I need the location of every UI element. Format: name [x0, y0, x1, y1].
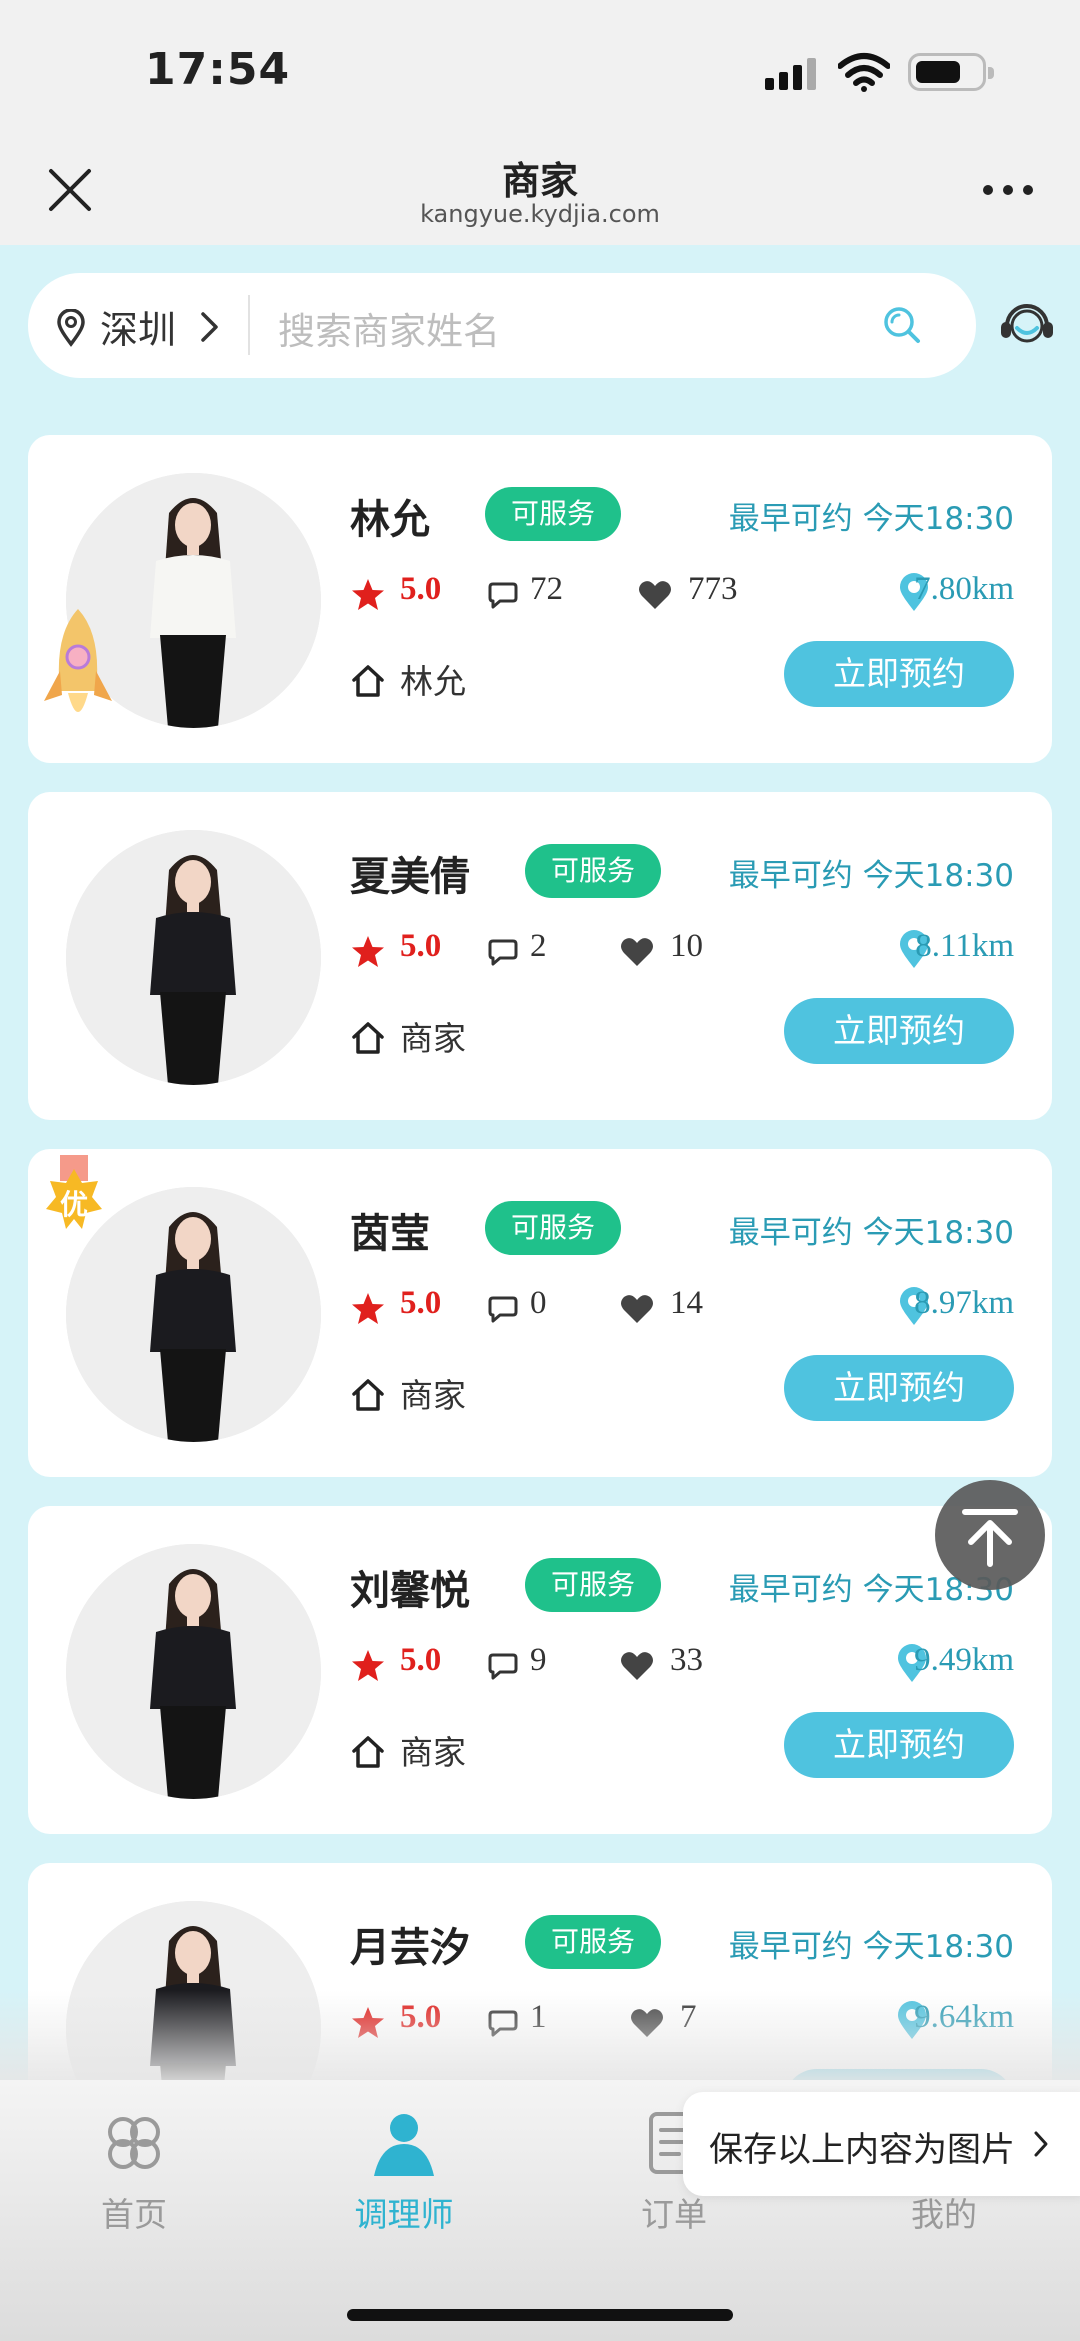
- therapist-outfit: [150, 912, 236, 995]
- like-count: 33: [670, 1642, 703, 1678]
- heart-icon: [639, 581, 671, 609]
- therapist-name[interactable]: 茵莹: [350, 1201, 430, 1259]
- search-icon[interactable]: [880, 303, 924, 347]
- shop-name: 商家: [400, 1376, 466, 1415]
- home-icon: [352, 1022, 384, 1054]
- status-badge: 可服务: [485, 1201, 622, 1255]
- earliest-available: 最早可约 今天18:30: [728, 501, 1014, 537]
- person-icon: [374, 2114, 434, 2176]
- comment-icon: [488, 582, 518, 609]
- distance: 9.49km: [914, 1642, 1014, 1678]
- therapist-name[interactable]: 月芸汐: [350, 1915, 470, 1973]
- earliest-available: 最早可约 今天18:30: [728, 858, 1014, 894]
- therapist-photo[interactable]: [66, 1544, 321, 1799]
- comment-count: 0: [530, 1285, 547, 1321]
- book-now-button[interactable]: 立即预约: [784, 1355, 1014, 1421]
- tab-home-label: 首页: [101, 2195, 167, 2234]
- rating-value: 5.0: [400, 571, 442, 607]
- shop-name: 商家: [400, 1019, 466, 1058]
- save-as-image-button[interactable]: 保存以上内容为图片: [683, 2092, 1080, 2196]
- distance: 8.11km: [915, 928, 1014, 964]
- star-icon: [352, 1650, 384, 1681]
- home-icon: [352, 665, 384, 697]
- search-bar: 深圳 搜索商家姓名: [28, 273, 976, 378]
- comment-count: 2: [530, 928, 547, 964]
- list-fade-overlay: [0, 1990, 1080, 2080]
- rating-value: 5.0: [400, 1642, 442, 1678]
- home-icon: [352, 1379, 384, 1411]
- home-indicator: [347, 2309, 733, 2321]
- customer-service-icon[interactable]: [997, 296, 1057, 352]
- page-url: kangyue.kydjia.com: [420, 200, 660, 228]
- home-icon: [352, 1736, 384, 1768]
- heart-icon: [621, 1295, 653, 1323]
- premium-badge-label: 优: [60, 1188, 89, 1221]
- like-count: 14: [670, 1285, 703, 1321]
- rating-value: 5.0: [400, 1285, 442, 1321]
- therapist-figure: [66, 830, 321, 1085]
- location-pin-icon: [57, 309, 85, 347]
- status-badge: 可服务: [525, 1915, 662, 1969]
- therapist-name[interactable]: 林允: [350, 487, 430, 545]
- book-now-button[interactable]: 立即预约: [784, 998, 1014, 1064]
- rocket-icon: [44, 609, 112, 712]
- search-input[interactable]: 搜索商家姓名: [278, 301, 500, 355]
- therapist-outfit: [150, 555, 236, 638]
- book-now-button[interactable]: 立即预约: [784, 1712, 1014, 1778]
- therapist-outfit: [150, 1626, 236, 1709]
- earliest-available: 最早可约 今天18:30: [728, 1215, 1014, 1251]
- distance: 8.97km: [914, 1285, 1014, 1321]
- therapist-outfit: [150, 1269, 236, 1352]
- merchant-card[interactable]: 刘馨悦 可服务 最早可约 今天18:30 5.0 9 33 9.49km 商家 …: [28, 1506, 1052, 1834]
- tab-home[interactable]: 首页: [44, 2108, 224, 2236]
- chevron-right-icon[interactable]: [200, 311, 220, 343]
- therapist-name[interactable]: 夏美倩: [350, 844, 470, 902]
- distance: 7.80km: [914, 571, 1014, 607]
- tab-therapist-label: 调理师: [354, 2195, 454, 2234]
- divider: [248, 295, 250, 355]
- therapist-name[interactable]: 刘馨悦: [350, 1558, 470, 1616]
- more-icon[interactable]: [983, 185, 1033, 197]
- status-badge: 可服务: [525, 844, 662, 898]
- tab-therapist[interactable]: 调理师: [314, 2108, 494, 2236]
- merchant-card[interactable]: 林允 可服务 最早可约 今天18:30 5.0 72 773 7.80km 林允…: [28, 435, 1052, 763]
- star-icon: [352, 936, 384, 967]
- wifi-icon: [838, 53, 890, 92]
- heart-icon: [621, 1652, 653, 1680]
- like-count: 10: [670, 928, 703, 964]
- top-bar: 17:54 商家 kangyue.kydjia.com: [0, 0, 1080, 245]
- star-icon: [352, 1293, 384, 1324]
- battery-icon: [908, 53, 994, 91]
- comment-count: 72: [530, 571, 563, 607]
- merchant-card[interactable]: 夏美倩 可服务 最早可约 今天18:30 5.0 2 10 8.11km 商家 …: [28, 792, 1052, 1120]
- earliest-available: 最早可约 今天18:30: [728, 1929, 1014, 1965]
- status-time: 17:54: [145, 44, 291, 95]
- merchant-card[interactable]: 茵莹 可服务 最早可约 今天18:30 5.0 0 14 8.97km 商家 立…: [28, 1149, 1052, 1477]
- book-now-button[interactable]: 立即预约: [784, 641, 1014, 707]
- heart-icon: [621, 938, 653, 966]
- comment-icon: [488, 939, 518, 966]
- rating-value: 5.0: [400, 928, 442, 964]
- arrow-up-icon: [962, 1509, 1018, 1567]
- clover-icon: [108, 2117, 160, 2169]
- shop-name: 商家: [400, 1733, 466, 1772]
- city-selector[interactable]: 深圳: [100, 299, 176, 354]
- therapist-photo[interactable]: [66, 830, 321, 1085]
- therapist-figure: [66, 1544, 321, 1799]
- shop-name: 林允: [400, 662, 466, 701]
- comment-icon: [488, 1296, 518, 1323]
- comment-icon: [488, 1653, 518, 1680]
- premium-badge: 优: [38, 1155, 110, 1239]
- save-as-image-label: 保存以上内容为图片: [709, 2130, 1015, 2170]
- status-badge: 可服务: [525, 1558, 662, 1612]
- cellular-signal-icon: [765, 58, 816, 90]
- back-to-top-button[interactable]: [935, 1480, 1045, 1590]
- like-count: 773: [688, 571, 738, 607]
- star-icon: [352, 579, 384, 610]
- chevron-right-icon: [1034, 2131, 1048, 2157]
- status-badge: 可服务: [485, 487, 622, 541]
- page-title: 商家: [501, 159, 578, 203]
- comment-count: 9: [530, 1642, 547, 1678]
